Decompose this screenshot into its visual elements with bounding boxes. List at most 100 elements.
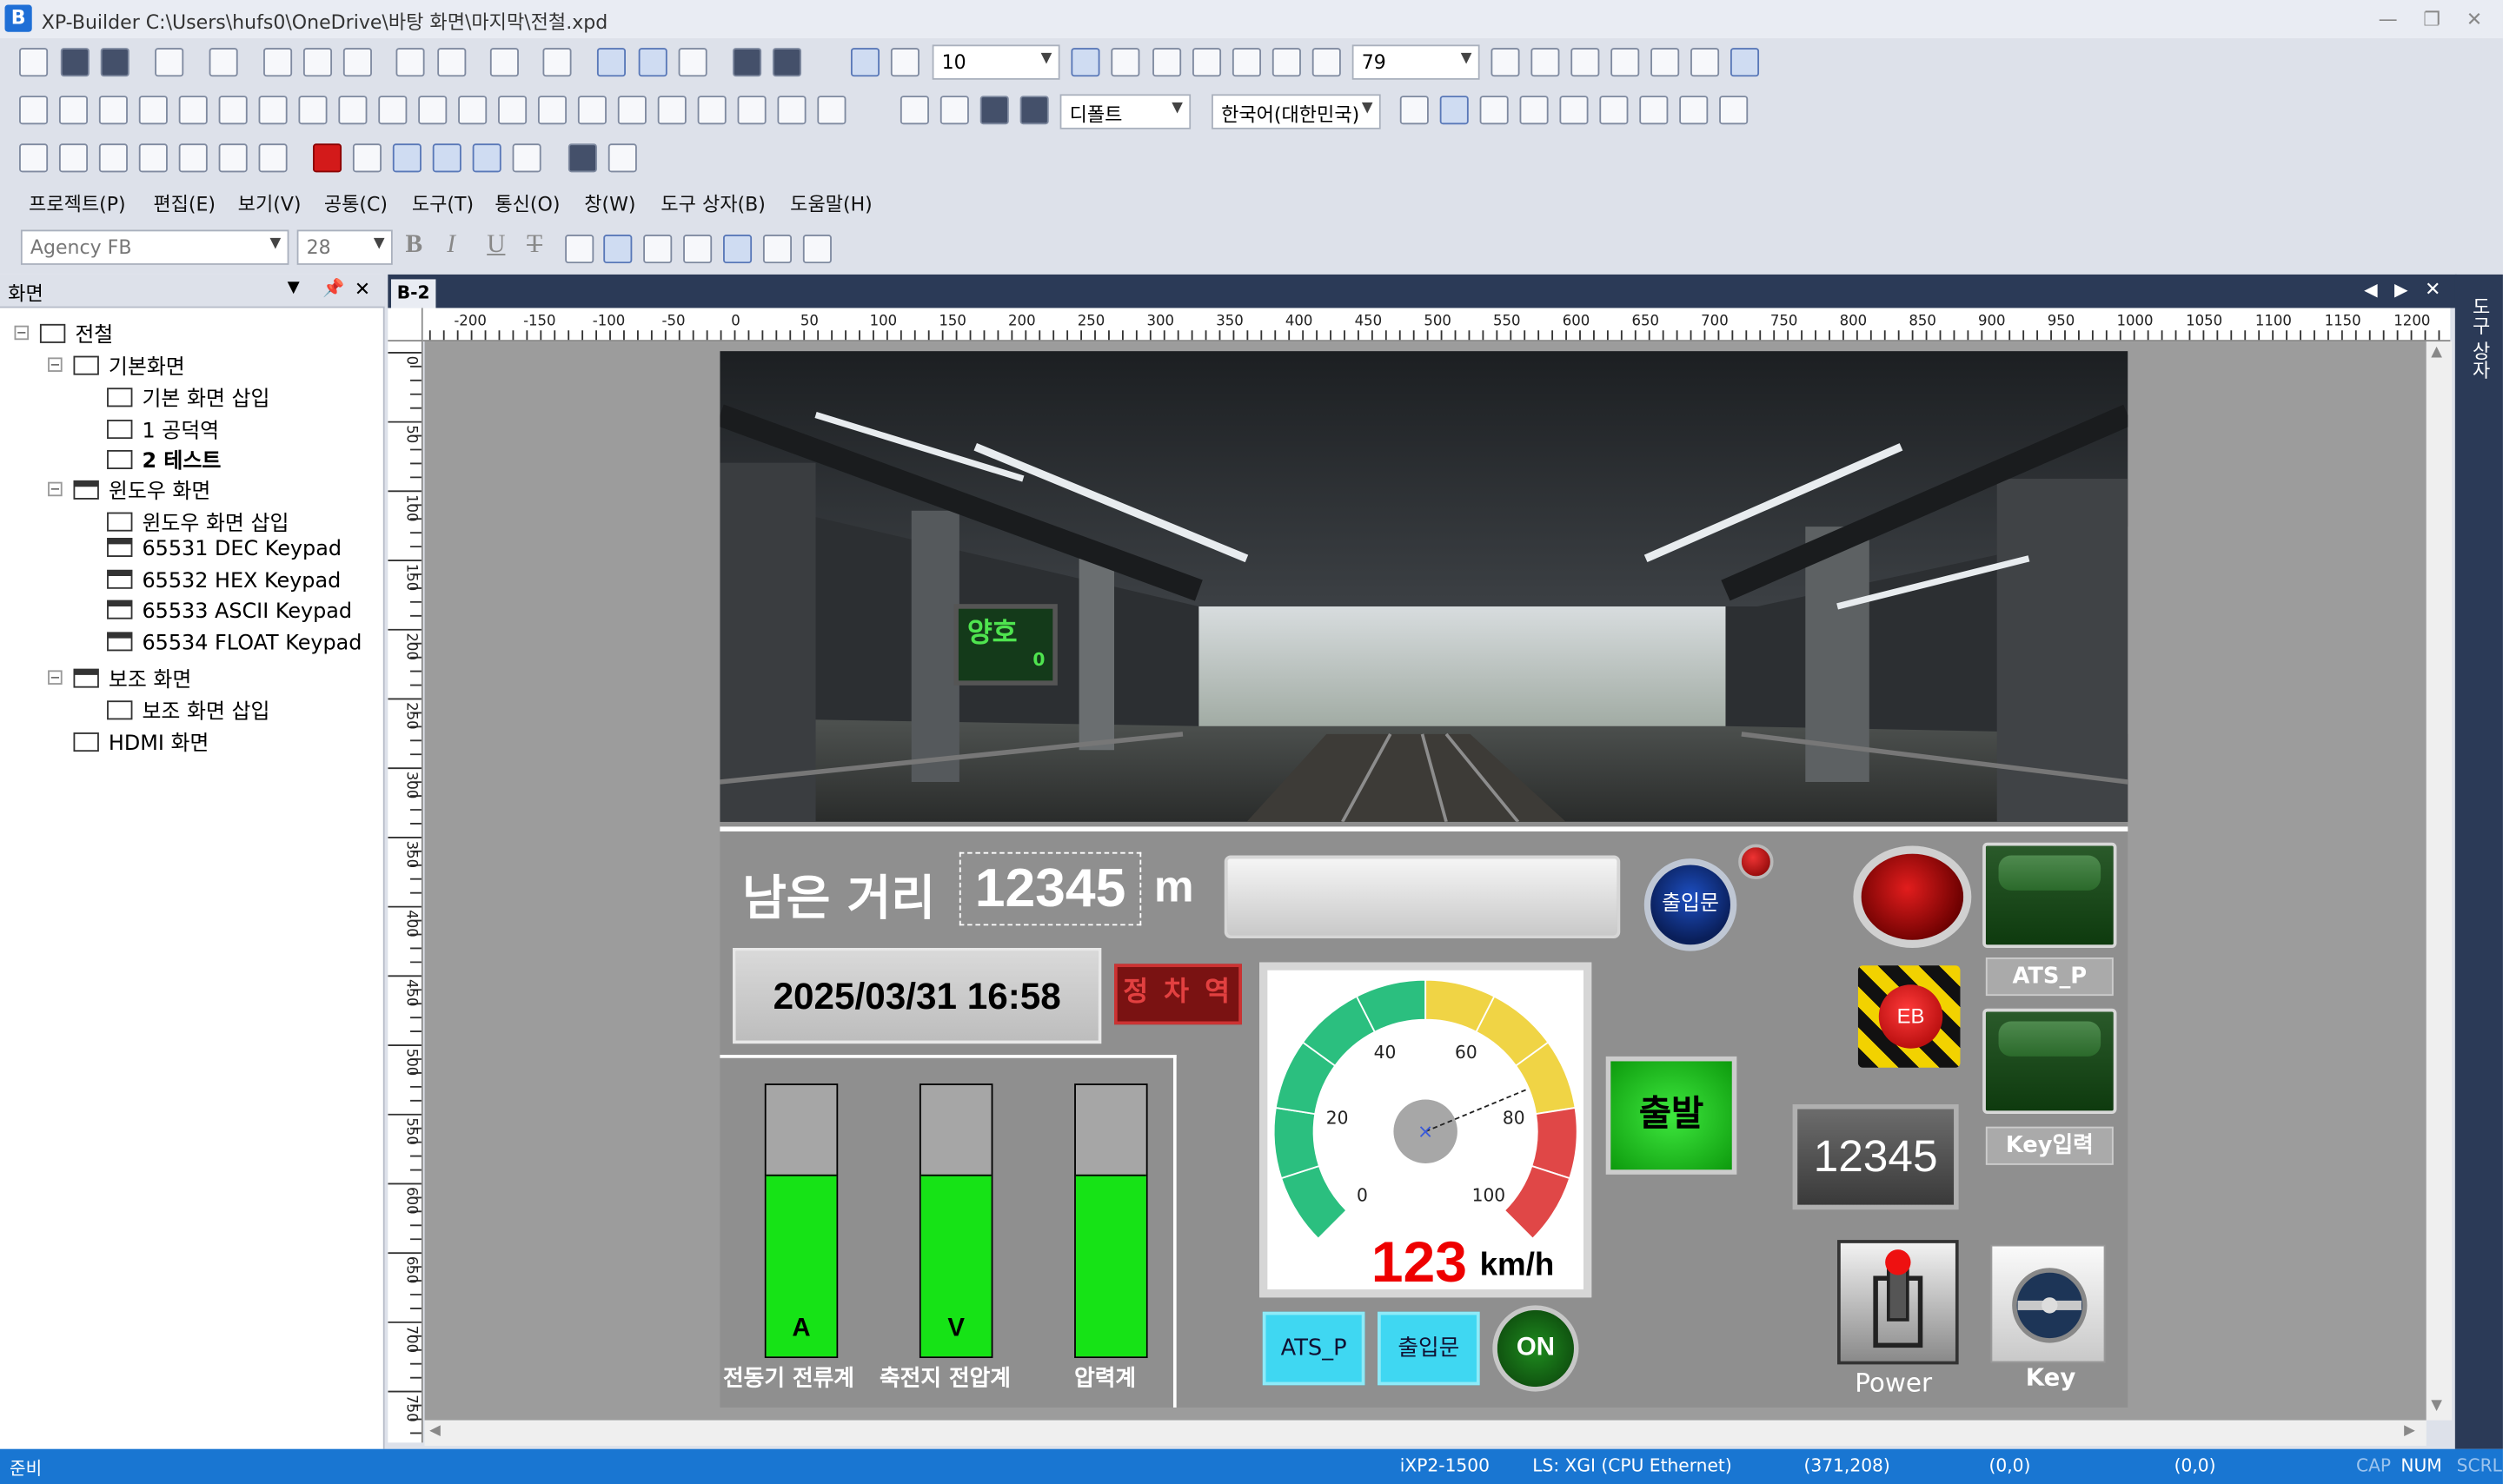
tag-icon[interactable] [1019,96,1049,125]
fit-icon[interactable] [1491,48,1520,77]
grid-size-select[interactable]: 10 ▼ [932,44,1060,80]
tree-item-screen-1[interactable]: 1 공덕역 [107,414,219,444]
library-icon[interactable] [1519,96,1549,125]
text-align-right-icon[interactable] [643,234,673,264]
minimize-icon[interactable]: — [2379,8,2398,30]
screen-search-icon[interactable] [19,143,49,173]
tree-item-window-screens[interactable]: 윈도우 화면 [73,474,210,504]
download-icon[interactable] [392,143,422,173]
panel-close-icon[interactable]: ✕ [355,278,370,301]
menu-view[interactable]: 보기(V) [238,190,302,217]
zoom-in-icon[interactable] [1271,48,1301,77]
object-list-icon[interactable] [1559,96,1589,125]
layout-icon[interactable] [512,143,541,173]
menu-help[interactable]: 도움말(H) [790,190,873,217]
frame-icon[interactable] [1071,48,1100,77]
hand-icon[interactable] [1232,48,1261,77]
text-align-top-icon[interactable] [683,234,713,264]
menu-edit[interactable]: 편집(E) [153,190,216,217]
language-select[interactable]: 한국어(대한민국) ▼ [1212,94,1381,129]
power-switch[interactable] [1837,1240,1959,1365]
screen-list-icon[interactable] [678,48,707,77]
zoom-object-icon[interactable] [1610,48,1640,77]
align-left-icon[interactable] [19,96,49,125]
paste-icon[interactable] [395,48,425,77]
vertical-scrollbar[interactable]: ▲ ▼ [2426,341,2453,1421]
zoom-out-icon[interactable] [1311,48,1341,77]
tree-item-ascii-keypad[interactable]: 65533 ASCII Keypad [107,600,352,624]
tab-prev-icon[interactable]: ◀ [2364,279,2378,300]
horizontal-scrollbar[interactable]: ◀ ▶ [424,1420,2427,1447]
text-color-icon[interactable] [802,234,832,264]
tree-item-screen-2[interactable]: 2 테스트 [107,444,221,474]
numeric-display[interactable]: 12345 [1792,1103,1959,1210]
zoom-fit-icon[interactable] [1530,48,1560,77]
zoom-select[interactable]: 79 ▼ [1351,44,1480,80]
tree-item-dec-keypad[interactable]: 65531 DEC Keypad [107,537,342,562]
text-align-bottom-icon[interactable] [762,234,793,264]
tree-item-aux-screens[interactable]: 보조 화면 [73,662,191,692]
id-icon[interactable] [900,96,929,125]
table-icon[interactable] [1719,96,1749,125]
align-objects-left-icon[interactable] [178,96,208,125]
save-icon[interactable] [100,48,129,77]
cut-icon[interactable] [302,48,333,77]
send-back-icon[interactable] [737,96,767,125]
same-size-icon[interactable] [657,96,687,125]
zoom-page-icon[interactable] [1650,48,1680,77]
tree-item-float-keypad[interactable]: 65534 FLOAT Keypad [107,632,362,656]
tab-next-icon[interactable]: ▶ [2394,279,2408,300]
on-button[interactable]: ON [1492,1305,1579,1392]
menu-tools[interactable]: 도구(T) [412,190,474,217]
align-objects-top-icon[interactable] [218,96,248,125]
screen-frame-icon[interactable] [1439,96,1469,125]
align-flip-icon[interactable] [138,96,168,125]
copy-icon[interactable] [342,48,372,77]
tab-close-icon[interactable]: ✕ [2425,278,2440,301]
bold-icon[interactable]: B [406,231,423,260]
space-h-icon[interactable] [577,96,607,125]
tree-item-hex-keypad[interactable]: 65532 HEX Keypad [107,569,341,593]
send-backward-icon[interactable] [817,96,847,125]
align-objects-bottom-icon[interactable] [258,96,288,125]
bring-front-icon[interactable] [697,96,727,125]
text-a-icon[interactable] [258,143,288,173]
scroll-left-icon[interactable]: ◀ [429,1423,441,1439]
door-small-button[interactable]: 출입문 [1378,1311,1480,1386]
tree-item-insert-aux[interactable]: 보조 화면 삽입 [107,694,269,725]
ats-p-button[interactable]: ATS_P [1262,1311,1365,1386]
compile-icon[interactable] [772,48,802,77]
tree-item-insert-base[interactable]: 기본 화면 삽입 [107,381,269,412]
frame-2-icon[interactable] [1111,48,1140,77]
menu-window[interactable]: 창(W) [584,190,635,217]
text-align-middle-icon[interactable] [723,234,753,264]
menu-comm[interactable]: 통신(O) [495,190,560,217]
tree-item-hdmi[interactable]: HDMI 화면 [73,726,209,757]
align-objects-right-icon[interactable] [298,96,328,125]
space-v-icon[interactable] [617,96,647,125]
tree-collapse-icon[interactable]: − [48,670,63,685]
image-icon[interactable] [98,143,128,173]
distribute-v-icon[interactable] [458,96,488,125]
close-window-icon[interactable]: ✕ [2466,8,2482,30]
zoom-window-icon[interactable] [1570,48,1600,77]
redo-icon[interactable] [209,48,238,77]
find-icon[interactable] [596,48,626,77]
bring-forward-icon[interactable] [777,96,807,125]
screen-property-icon[interactable] [638,48,667,77]
door-button[interactable]: 출입문 [1643,858,1737,951]
checklist-icon[interactable] [218,143,248,173]
text-align-left-icon[interactable] [565,234,594,264]
center-vertical-icon[interactable] [378,96,408,125]
property-icon[interactable] [1599,96,1629,125]
strikethrough-icon[interactable]: T [527,231,542,260]
same-width-icon[interactable] [498,96,528,125]
same-height-icon[interactable] [537,96,568,125]
group-icon[interactable] [489,48,519,77]
panel-dropdown-icon[interactable]: ▼ [288,279,300,296]
zoom-search-icon[interactable] [58,143,89,173]
text-align-center-icon[interactable] [603,234,633,264]
zoom-all-icon[interactable] [1690,48,1720,77]
tree-collapse-icon[interactable]: − [48,357,63,372]
image-search-icon[interactable] [138,143,168,173]
